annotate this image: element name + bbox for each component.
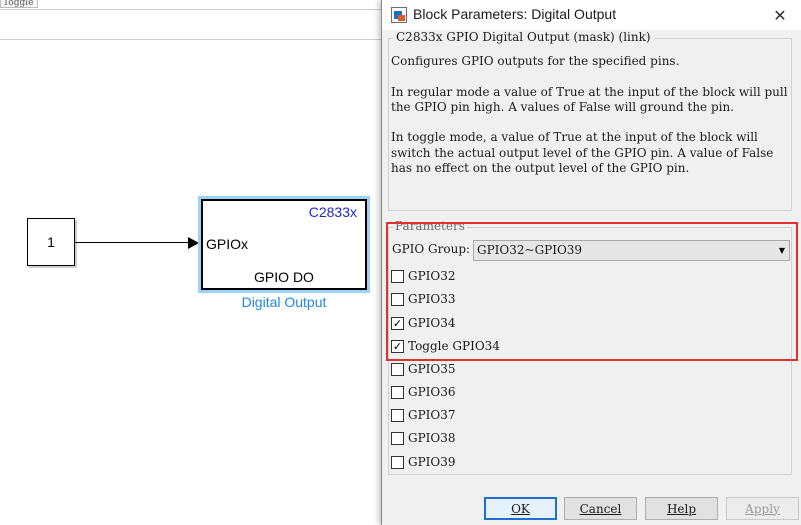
dialog-title: Block Parameters: Digital Output [413, 6, 617, 22]
checkbox-box[interactable]: ✓ [391, 339, 404, 353]
model-tab[interactable]: Toggle [0, 0, 38, 8]
block-name[interactable]: Digital Output [198, 294, 370, 310]
checkbox-label: GPIO39 [408, 455, 456, 469]
block-function-label: GPIO DO [254, 269, 314, 285]
checkbox-gpio35[interactable]: GPIO35 [391, 360, 456, 378]
checkbox-label: GPIO32 [408, 269, 456, 283]
ok-button[interactable]: OK [484, 497, 557, 520]
mask-description: Configures GPIO outputs for the specifie… [391, 54, 791, 176]
checkbox-gpio33[interactable]: GPIO33 [391, 290, 456, 308]
mask-description-group: C2833x GPIO Digital Output (mask) (link)… [388, 30, 792, 211]
dialog-titlebar[interactable]: Block Parameters: Digital Output ✕ [382, 0, 801, 30]
checkmark-icon: ✓ [392, 316, 403, 330]
block-input-port-label: GPIOx [206, 236, 249, 252]
digital-output-block[interactable]: C2833x GPIOx GPIO DO [201, 199, 367, 290]
checkbox-gpio34[interactable]: ✓ GPIO34 [391, 314, 456, 332]
close-button[interactable]: ✕ [758, 0, 801, 30]
checkbox-toggle-gpio34[interactable]: ✓ Toggle GPIO34 [391, 337, 500, 355]
checkbox-label: Toggle GPIO34 [408, 339, 500, 353]
checkbox-box[interactable]: ✓ [391, 316, 404, 330]
mask-title: C2833x GPIO Digital Output (mask) (link) [393, 30, 654, 44]
gpio-group-select[interactable]: GPIO32~GPIO39 ▼ [473, 240, 790, 261]
checkbox-gpio36[interactable]: GPIO36 [391, 383, 456, 401]
constant-value: 1 [47, 234, 55, 250]
checkbox-box[interactable] [391, 385, 404, 399]
cancel-button[interactable]: Cancel [564, 497, 637, 520]
checkbox-box[interactable] [391, 455, 404, 469]
simulink-app-icon [391, 7, 407, 23]
canvas-toolbar-strip [0, 9, 381, 40]
checkbox-label: GPIO36 [408, 385, 456, 399]
checkbox-gpio32[interactable]: GPIO32 [391, 267, 456, 285]
description-paragraph: In regular mode a value of True at the i… [391, 84, 788, 114]
checkbox-label: GPIO35 [408, 362, 456, 376]
close-icon: ✕ [773, 5, 787, 25]
checkmark-icon: ✓ [392, 339, 403, 353]
description-paragraph: Configures GPIO outputs for the specifie… [391, 54, 680, 68]
checkbox-gpio39[interactable]: GPIO39 [391, 453, 456, 471]
checkbox-box[interactable] [391, 269, 404, 283]
constant-block[interactable]: 1 [27, 218, 75, 266]
model-canvas[interactable]: Toggle 1 C2833x GPIOx GPIO DO Digital Ou… [0, 0, 381, 525]
checkbox-label: GPIO33 [408, 292, 456, 306]
gpio-group-label: GPIO Group: [392, 242, 471, 256]
dropdown-arrow-icon: ▼ [778, 246, 785, 255]
checkbox-gpio38[interactable]: GPIO38 [391, 429, 456, 447]
checkbox-gpio37[interactable]: GPIO37 [391, 406, 456, 424]
help-button[interactable]: Help [645, 497, 718, 520]
checkbox-label: GPIO38 [408, 431, 456, 445]
checkbox-box[interactable] [391, 408, 404, 422]
checkbox-label: GPIO34 [408, 316, 456, 330]
gpio-group-value: GPIO32~GPIO39 [477, 243, 583, 257]
apply-button[interactable]: Apply [726, 497, 799, 520]
signal-line[interactable] [75, 242, 190, 243]
block-target-label: C2833x [308, 204, 357, 220]
checkbox-box[interactable] [391, 362, 404, 376]
checkbox-box[interactable] [391, 292, 404, 306]
checkbox-box[interactable] [391, 431, 404, 445]
checkbox-label: GPIO37 [408, 408, 456, 422]
parameters-title: Parameters [393, 219, 467, 233]
block-parameters-dialog: Block Parameters: Digital Output ✕ C2833… [381, 0, 801, 525]
description-paragraph: In toggle mode, a value of True at the i… [391, 130, 774, 176]
